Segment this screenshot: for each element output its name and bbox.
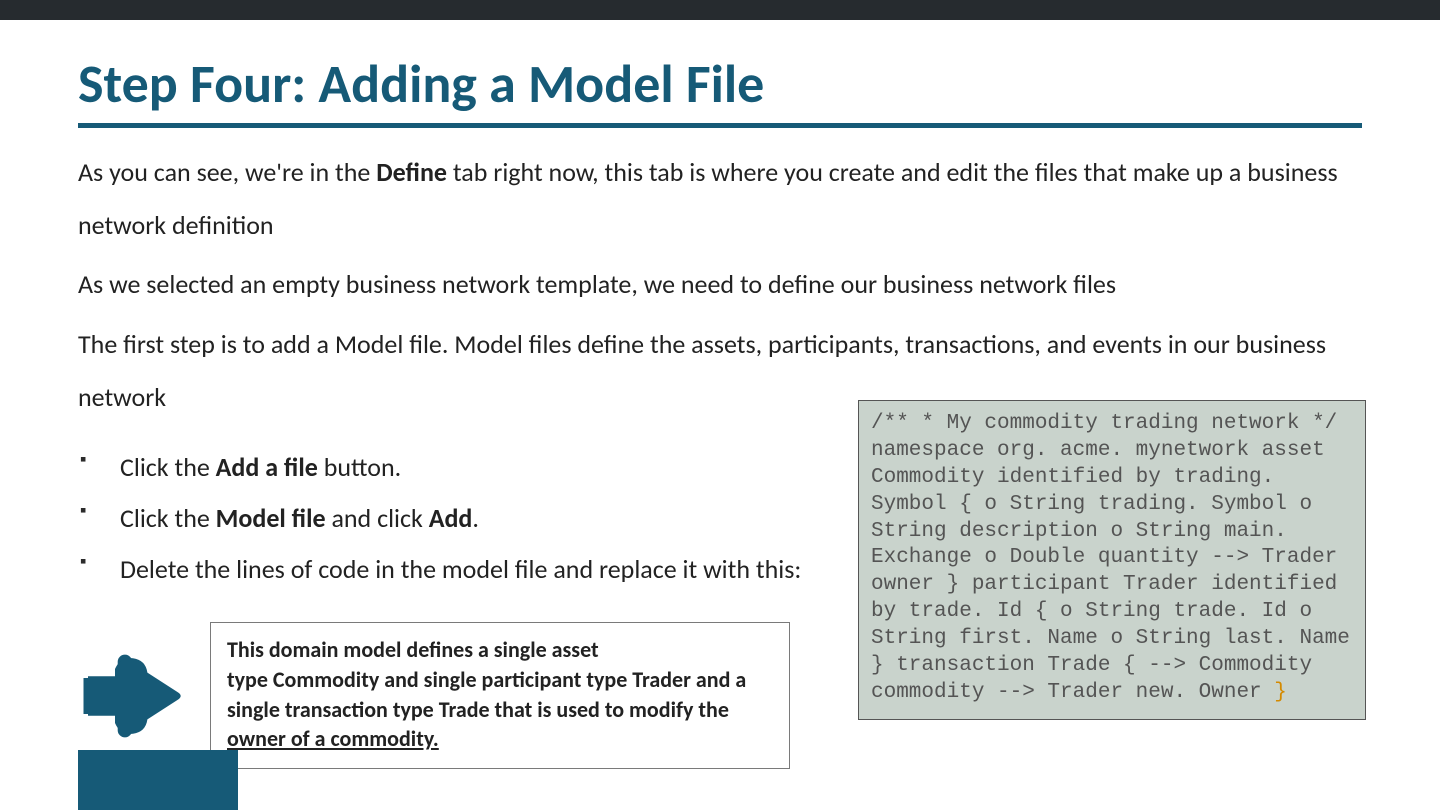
callout-line-3: owner of a commodity.: [227, 725, 439, 752]
footer-block: [78, 750, 238, 810]
bullet-1-bold: Add a file: [216, 451, 318, 483]
code-box: /** * My commodity trading network */ na…: [858, 400, 1366, 720]
title-rule: [78, 123, 1362, 128]
page-title: Step Four: Adding a Model File: [78, 56, 1362, 113]
top-bar: [0, 0, 1440, 20]
bullet-1-post: button.: [318, 451, 401, 483]
bullet-3: Delete the lines of code in the model fi…: [78, 544, 900, 595]
paragraph-1: As you can see, we're in the Define tab …: [78, 146, 1362, 253]
code-closing-brace: }: [1274, 681, 1287, 704]
bullet-2-mid: and click: [326, 502, 429, 534]
pointing-hand-icon: [78, 651, 188, 741]
bullet-1: Click the Add a file button.: [78, 442, 900, 493]
bullet-2: Click the Model file and click Add.: [78, 493, 900, 544]
paragraph-1-bold: Define: [376, 156, 447, 188]
bullet-1-pre: Click the: [120, 451, 216, 483]
callout-box: This domain model defines a single asset…: [210, 622, 790, 769]
bullet-2-pre: Click the: [120, 502, 216, 534]
slide: Step Four: Adding a Model File As you ca…: [0, 0, 1440, 810]
callout-line-1: This domain model defines a single asset: [227, 636, 599, 663]
paragraph-1-pre: As you can see, we're in the: [78, 156, 376, 188]
code-text: /** * My commodity trading network */ na…: [871, 412, 1350, 704]
bullet-2-post: .: [472, 502, 479, 534]
bullet-2-bold2: Add: [429, 502, 473, 534]
callout-line-2: type Commodity and single participant ty…: [227, 666, 746, 723]
bullet-2-bold1: Model file: [216, 502, 326, 534]
paragraph-2: As we selected an empty business network…: [78, 258, 1362, 311]
